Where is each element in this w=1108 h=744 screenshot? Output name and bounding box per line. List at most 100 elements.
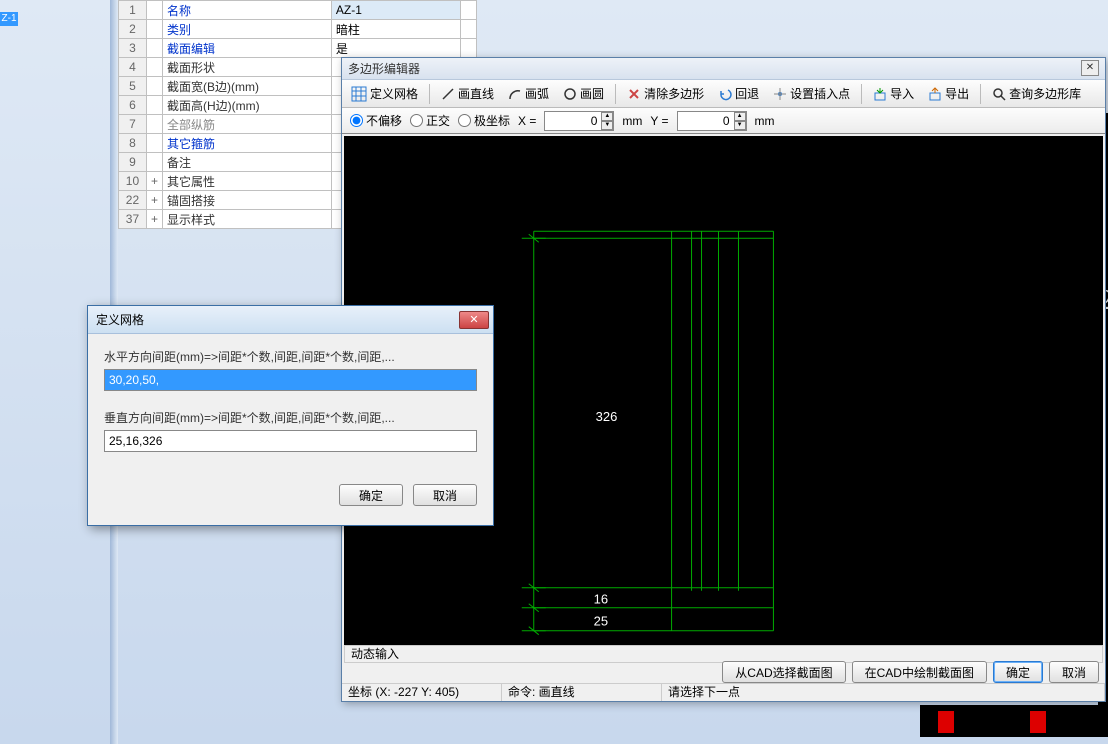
dialog-close-button[interactable]: ✕ xyxy=(459,311,489,329)
prop-value[interactable]: AZ-1 xyxy=(331,1,460,20)
row-number: 1 xyxy=(119,1,147,20)
expand-toggle[interactable]: + xyxy=(146,210,162,229)
import-icon xyxy=(873,87,887,101)
editor-status-bar: 坐标 (X: -227 Y: 405) 命令: 画直线 请选择下一点 xyxy=(342,683,1105,701)
prop-extra xyxy=(461,20,477,39)
from-cad-button[interactable]: 从CAD选择截面图 xyxy=(722,661,845,683)
prop-label: 其它箍筋 xyxy=(162,134,331,153)
editor-ok-button[interactable]: 确定 xyxy=(993,661,1043,683)
query-library-button[interactable]: 查询多边形库 xyxy=(987,82,1086,105)
row-number: 8 xyxy=(119,134,147,153)
x-up[interactable]: ▲ xyxy=(601,112,613,121)
expand-toggle xyxy=(146,1,162,20)
row-number: 4 xyxy=(119,58,147,77)
prop-label: 锚固搭接 xyxy=(162,191,331,210)
row-number: 9 xyxy=(119,153,147,172)
dim-326: 326 xyxy=(596,409,618,424)
left-tag-label: Z-1 xyxy=(0,12,18,26)
import-button[interactable]: 导入 xyxy=(868,82,919,105)
arc-icon xyxy=(508,87,522,101)
prop-label: 全部纵筋 xyxy=(162,115,331,134)
expand-toggle xyxy=(146,39,162,58)
prop-label: 截面宽(B边)(mm) xyxy=(162,77,331,96)
x-unit: mm xyxy=(622,114,642,128)
clear-polygon-button[interactable]: 清除多边形 xyxy=(622,82,709,105)
export-icon xyxy=(928,87,942,101)
dim-25: 25 xyxy=(594,614,608,629)
line-icon xyxy=(441,87,455,101)
y-up[interactable]: ▲ xyxy=(734,112,746,121)
circle-icon xyxy=(563,87,577,101)
undo-button[interactable]: 回退 xyxy=(713,82,764,105)
right-bottom-deco xyxy=(920,705,1108,737)
expand-toggle xyxy=(146,134,162,153)
h-spacing-input[interactable] xyxy=(104,369,477,391)
expand-toggle xyxy=(146,77,162,96)
v-spacing-label: 垂直方向间距(mm)=>间距*个数,间距,间距*个数,间距,... xyxy=(104,409,477,426)
undo-icon xyxy=(718,87,732,101)
prop-label: 备注 xyxy=(162,153,331,172)
polar-radio[interactable]: 极坐标 xyxy=(458,112,510,129)
editor-titlebar[interactable]: 多边形编辑器 ✕ xyxy=(342,58,1105,80)
row-number: 7 xyxy=(119,115,147,134)
row-number: 10 xyxy=(119,172,147,191)
prop-label: 名称 xyxy=(162,1,331,20)
expand-toggle xyxy=(146,20,162,39)
draw-arc-button[interactable]: 画弧 xyxy=(503,82,554,105)
prop-label: 其它属性 xyxy=(162,172,331,191)
row-number: 5 xyxy=(119,77,147,96)
dim-16: 16 xyxy=(594,592,608,607)
table-row[interactable]: 3 截面编辑 是 xyxy=(119,39,477,58)
delete-icon xyxy=(627,87,641,101)
row-number: 2 xyxy=(119,20,147,39)
y-down[interactable]: ▼ xyxy=(734,121,746,130)
status-prompt: 请选择下一点 xyxy=(662,684,1105,701)
editor-cancel-button[interactable]: 取消 xyxy=(1049,661,1099,683)
export-button[interactable]: 导出 xyxy=(923,82,974,105)
draw-circle-button[interactable]: 画圆 xyxy=(558,82,609,105)
row-number: 6 xyxy=(119,96,147,115)
y-label: Y = xyxy=(650,114,668,128)
status-cmd: 命令: 画直线 xyxy=(502,684,662,701)
table-row[interactable]: 2 类别 暗柱 xyxy=(119,20,477,39)
dialog-title-text: 定义网格 xyxy=(96,311,144,328)
prop-label: 截面形状 xyxy=(162,58,331,77)
h-spacing-label: 水平方向间距(mm)=>间距*个数,间距,间距*个数,间距,... xyxy=(104,348,477,365)
expand-toggle xyxy=(146,96,162,115)
define-grid-button[interactable]: 定义网格 xyxy=(346,82,423,105)
expand-toggle[interactable]: + xyxy=(146,172,162,191)
y-unit: mm xyxy=(755,114,775,128)
expand-toggle[interactable]: + xyxy=(146,191,162,210)
no-offset-radio[interactable]: 不偏移 xyxy=(350,112,402,129)
editor-title-text: 多边形编辑器 xyxy=(348,58,420,79)
table-row[interactable]: 1 名称 AZ-1 xyxy=(119,1,477,20)
set-insert-point-button[interactable]: 设置插入点 xyxy=(768,82,855,105)
dialog-titlebar[interactable]: 定义网格 ✕ xyxy=(88,306,493,334)
search-icon xyxy=(992,87,1006,101)
editor-options-bar: 不偏移 正交 极坐标 X = ▲▼ mm Y = ▲▼ mm xyxy=(342,108,1105,134)
row-number: 37 xyxy=(119,210,147,229)
grid-icon xyxy=(351,86,367,102)
prop-label: 显示样式 xyxy=(162,210,331,229)
grid-definition-dialog: 定义网格 ✕ 水平方向间距(mm)=>间距*个数,间距,间距*个数,间距,...… xyxy=(87,305,494,526)
prop-label: 截面高(H边)(mm) xyxy=(162,96,331,115)
editor-toolbar: 定义网格 画直线 画弧 画圆 清除多边形 回退 设置插入点 xyxy=(342,80,1105,108)
v-spacing-input[interactable] xyxy=(104,430,477,452)
status-coords: 坐标 (X: -227 Y: 405) xyxy=(342,684,502,701)
ortho-radio[interactable]: 正交 xyxy=(410,112,450,129)
prop-value[interactable]: 暗柱 xyxy=(331,20,460,39)
insert-point-icon xyxy=(773,87,787,101)
in-cad-button[interactable]: 在CAD中绘制截面图 xyxy=(852,661,987,683)
dialog-cancel-button[interactable]: 取消 xyxy=(413,484,477,506)
prop-value[interactable]: 是 xyxy=(331,39,460,58)
expand-toggle xyxy=(146,58,162,77)
row-number: 22 xyxy=(119,191,147,210)
prop-label: 类别 xyxy=(162,20,331,39)
x-down[interactable]: ▼ xyxy=(601,121,613,130)
draw-line-button[interactable]: 画直线 xyxy=(436,82,499,105)
expand-toggle xyxy=(146,153,162,172)
editor-close-button[interactable]: ✕ xyxy=(1081,60,1099,76)
dialog-ok-button[interactable]: 确定 xyxy=(339,484,403,506)
prop-extra xyxy=(461,39,477,58)
prop-extra xyxy=(461,1,477,20)
